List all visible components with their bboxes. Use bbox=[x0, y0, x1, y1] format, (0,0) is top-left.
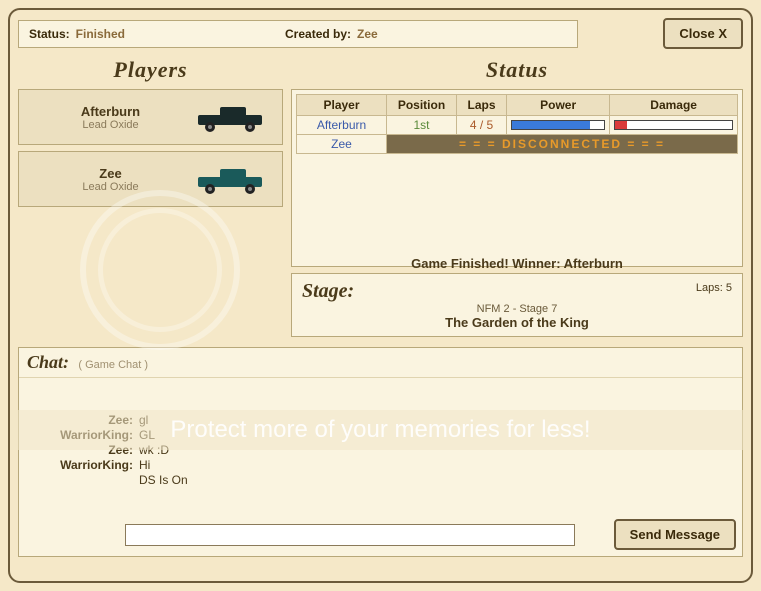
player-card[interactable]: Zee Lead Oxide bbox=[18, 151, 283, 207]
table-row: Zee = = = DISCONNECTED = = = bbox=[297, 135, 738, 154]
chat-input[interactable] bbox=[125, 524, 575, 546]
chat-line: Zee: gl bbox=[29, 413, 732, 427]
disconnected-label: = = = DISCONNECTED = = = bbox=[387, 135, 738, 154]
chat-title: Chat: bbox=[27, 352, 69, 372]
status-label: Status: bbox=[29, 27, 70, 41]
chat-message: DS Is On bbox=[139, 473, 732, 487]
chat-message: GL bbox=[139, 428, 732, 442]
created-by-label: Created by: bbox=[285, 27, 351, 41]
row-player: Zee bbox=[297, 135, 387, 154]
stage-name: The Garden of the King bbox=[302, 315, 732, 330]
created-by-value: Zee bbox=[357, 27, 378, 41]
col-laps: Laps bbox=[457, 95, 507, 116]
player-car: Lead Oxide bbox=[29, 181, 192, 193]
player-card[interactable]: Afterburn Lead Oxide bbox=[18, 89, 283, 145]
status-value: Finished bbox=[76, 27, 125, 41]
chat-line: DS Is On bbox=[29, 473, 732, 487]
chat-line: WarriorKing: Hi bbox=[29, 458, 732, 472]
power-bar bbox=[511, 120, 605, 130]
chat-author: WarriorKing: bbox=[29, 428, 139, 442]
row-laps: 4 / 5 bbox=[470, 118, 493, 132]
stage-label: Stage: bbox=[302, 280, 354, 302]
player-name: Afterburn bbox=[29, 104, 192, 119]
game-panel: Status: Finished Created by: Zee Close X… bbox=[8, 8, 753, 583]
chat-message: gl bbox=[139, 413, 732, 427]
car-icon bbox=[192, 101, 272, 133]
players-header: Players bbox=[18, 57, 283, 83]
chat-author: Zee: bbox=[29, 413, 139, 427]
chat-subtitle: ( Game Chat ) bbox=[78, 359, 148, 371]
stage-laps: Laps: 5 bbox=[696, 282, 732, 294]
top-info: Status: Finished Created by: Zee bbox=[18, 20, 578, 48]
stage-box: Stage: Laps: 5 NFM 2 - Stage 7 The Garde… bbox=[291, 273, 743, 337]
col-player: Player bbox=[297, 95, 387, 116]
players-column: Players Afterburn Lead Oxide Zee Lead Ox… bbox=[18, 57, 283, 337]
chat-author: Zee: bbox=[29, 443, 139, 457]
chat-line: Zee: wk :D bbox=[29, 443, 732, 457]
player-car: Lead Oxide bbox=[29, 119, 192, 131]
chat-header: Chat: ( Game Chat ) bbox=[19, 348, 742, 378]
row-position: 1st bbox=[413, 118, 429, 132]
chat-message: wk :D bbox=[139, 443, 732, 457]
col-power: Power bbox=[507, 95, 610, 116]
chat-body: Zee: gl WarriorKing: GL Zee: wk :D Warri… bbox=[19, 378, 742, 513]
col-damage: Damage bbox=[610, 95, 738, 116]
car-icon bbox=[192, 163, 272, 195]
stage-sub: NFM 2 - Stage 7 bbox=[302, 303, 732, 315]
chat-message: Hi bbox=[139, 458, 732, 472]
player-name: Zee bbox=[29, 166, 192, 181]
chat-section: Chat: ( Game Chat ) Zee: gl WarriorKing:… bbox=[18, 347, 743, 557]
chat-line: WarriorKing: GL bbox=[29, 428, 732, 442]
send-message-button[interactable]: Send Message bbox=[614, 519, 736, 550]
chat-input-row: Send Message bbox=[19, 513, 742, 556]
col-position: Position bbox=[387, 95, 457, 116]
top-bar: Status: Finished Created by: Zee Close X bbox=[18, 18, 743, 49]
status-table: Player Position Laps Power Damage Afterb… bbox=[296, 94, 738, 154]
damage-bar bbox=[614, 120, 733, 130]
row-player: Afterburn bbox=[297, 116, 387, 135]
status-box: Player Position Laps Power Damage Afterb… bbox=[291, 89, 743, 267]
table-row: Afterburn 1st 4 / 5 bbox=[297, 116, 738, 135]
status-header: Status bbox=[291, 57, 743, 83]
status-column: Status Player Position Laps Power Damage bbox=[291, 57, 743, 337]
close-button[interactable]: Close X bbox=[663, 18, 743, 49]
chat-author: WarriorKing: bbox=[29, 458, 139, 472]
chat-author bbox=[29, 473, 139, 487]
